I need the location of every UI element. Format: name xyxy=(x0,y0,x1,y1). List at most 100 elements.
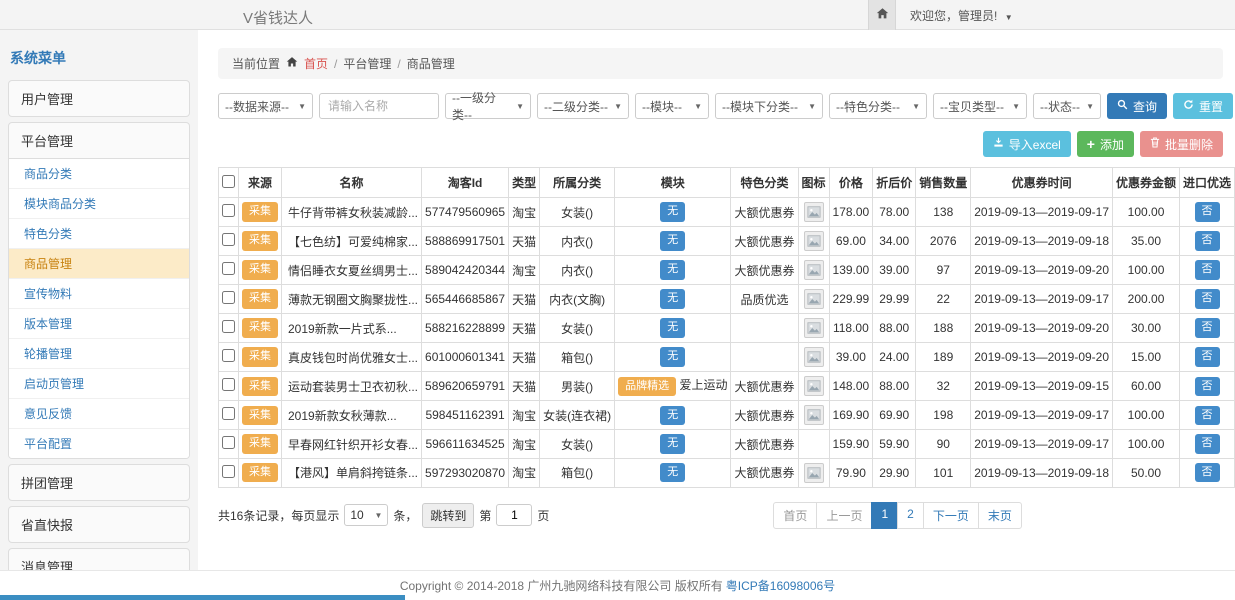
item-type-select[interactable]: --宝贝类型--▼ xyxy=(933,93,1027,119)
row-checkbox[interactable] xyxy=(222,204,235,217)
icp-link[interactable]: 粤ICP备16098006号 xyxy=(726,577,835,594)
select-all-checkbox[interactable] xyxy=(222,175,235,188)
breadcrumb-item-goods[interactable]: 商品管理 xyxy=(407,55,455,72)
col-coupon-time: 优惠券时间 xyxy=(971,168,1113,198)
pager-prev[interactable]: 上一页 xyxy=(816,502,872,529)
icon-cell xyxy=(798,372,829,401)
sidebar-subitem-feedback[interactable]: 意见反馈 xyxy=(9,399,189,429)
sidebar-subitem-goods-category[interactable]: 商品分类 xyxy=(9,159,189,189)
sidebar-subitem-platform-config[interactable]: 平台配置 xyxy=(9,429,189,458)
sidebar-title: 系统菜单 xyxy=(10,48,188,68)
row-select-cell xyxy=(219,458,239,487)
breadcrumb-item-platform[interactable]: 平台管理 xyxy=(343,55,391,72)
row-checkbox[interactable] xyxy=(222,465,235,478)
level1-category-select[interactable]: --一级分类--▼ xyxy=(445,93,531,119)
sidebar-item-express-report[interactable]: 省直快报 xyxy=(9,507,189,542)
batch-delete-button[interactable]: 批量删除 xyxy=(1140,131,1223,157)
product-category: 男装() xyxy=(540,372,615,401)
welcome-menu[interactable]: 欢迎您，管理员! ▼ xyxy=(910,7,1013,24)
unit-text: 条， xyxy=(393,507,417,524)
import-select-toggle[interactable]: 否 xyxy=(1195,289,1220,308)
sidebar-item-groupbuy-management[interactable]: 拼团管理 xyxy=(9,465,189,500)
import-select-toggle[interactable]: 否 xyxy=(1195,260,1220,279)
taoke-id: 589620659791 xyxy=(422,372,509,401)
row-checkbox[interactable] xyxy=(222,291,235,304)
taoke-id: 588869917501 xyxy=(422,227,509,256)
search-button[interactable]: 查询 xyxy=(1107,93,1167,119)
copyright-text: Copyright © 2014-2018 广州九驰网络科技有限公司 版权所有 xyxy=(400,577,723,594)
col-import-select: 进口优选 xyxy=(1180,168,1235,198)
status-select[interactable]: --状态--▼ xyxy=(1033,93,1101,119)
sidebar-subitem-promo-material[interactable]: 宣传物料 xyxy=(9,279,189,309)
sidebar-item-user-management[interactable]: 用户管理 xyxy=(9,81,189,116)
breadcrumb-home-link[interactable]: 首页 xyxy=(304,55,328,72)
level2-category-select[interactable]: --二级分类--▼ xyxy=(537,93,629,119)
source-badge: 采集 xyxy=(242,377,278,396)
row-checkbox[interactable] xyxy=(222,262,235,275)
sidebar-item-platform-management[interactable]: 平台管理 xyxy=(9,123,189,158)
sidebar-subitem-goods-management[interactable]: 商品管理 xyxy=(9,249,189,279)
product-thumbnail xyxy=(804,463,824,483)
sidebar-item-message-management[interactable]: 消息管理 xyxy=(9,549,189,570)
import-select-toggle[interactable]: 否 xyxy=(1195,463,1220,482)
source-cell: 采集 xyxy=(239,285,282,314)
sidebar-subitem-splash-management[interactable]: 启动页管理 xyxy=(9,369,189,399)
import-select-toggle[interactable]: 否 xyxy=(1195,347,1220,366)
col-feature: 特色分类 xyxy=(731,168,798,198)
reset-button[interactable]: 重置 xyxy=(1173,93,1233,119)
discount-price: 34.00 xyxy=(873,227,916,256)
sidebar-subitem-carousel-management[interactable]: 轮播管理 xyxy=(9,339,189,369)
import-excel-button[interactable]: 导入excel xyxy=(983,131,1071,157)
row-checkbox[interactable] xyxy=(222,407,235,420)
row-checkbox[interactable] xyxy=(222,349,235,362)
feature-category: 大额优惠券 xyxy=(731,256,798,285)
row-checkbox[interactable] xyxy=(222,233,235,246)
page-number-input[interactable] xyxy=(496,504,532,526)
sidebar-subitem-feature-category[interactable]: 特色分类 xyxy=(9,219,189,249)
home-icon xyxy=(876,7,889,23)
pager-first[interactable]: 首页 xyxy=(773,502,817,529)
product-name: 2019新款一片式系... xyxy=(282,314,422,343)
horizontal-scrollbar-thumb[interactable] xyxy=(0,595,405,600)
pagination-summary: 共16条记录，每页显示 10 ▼ 条， 跳转到 第 页 xyxy=(218,503,549,528)
pagination-bar: 共16条记录，每页显示 10 ▼ 条， 跳转到 第 页 首页 上一页 1 2 下… xyxy=(218,502,1223,529)
main-content: 当前位置 首页 / 平台管理 / 商品管理 --数据来源--▼ --一级分类--… xyxy=(198,30,1235,570)
product-thumbnail xyxy=(804,318,824,338)
row-checkbox[interactable] xyxy=(222,320,235,333)
name-search-input[interactable] xyxy=(319,93,439,119)
import-select-toggle[interactable]: 否 xyxy=(1195,202,1220,221)
module-select[interactable]: --模块--▼ xyxy=(635,93,709,119)
source-badge: 采集 xyxy=(242,289,278,308)
coupon-time: 2019-09-13—2019-09-17 xyxy=(971,198,1113,227)
import-select-toggle[interactable]: 否 xyxy=(1195,231,1220,250)
home-button[interactable] xyxy=(868,0,896,30)
taoke-id: 577479560965 xyxy=(422,198,509,227)
product-type: 天猫 xyxy=(509,227,540,256)
add-button[interactable]: + 添加 xyxy=(1077,131,1134,157)
coupon-amount: 15.00 xyxy=(1113,343,1180,372)
platform-submenu: 商品分类 模块商品分类 特色分类 商品管理 宣传物料 版本管理 轮播管理 启动页… xyxy=(9,158,189,458)
feature-category-select[interactable]: --特色分类--▼ xyxy=(829,93,927,119)
col-sales: 销售数量 xyxy=(916,168,971,198)
import-select-toggle[interactable]: 否 xyxy=(1195,377,1220,396)
col-category: 所属分类 xyxy=(540,168,615,198)
sidebar-subitem-module-goods-category[interactable]: 模块商品分类 xyxy=(9,189,189,219)
sidebar-subitem-version-management[interactable]: 版本管理 xyxy=(9,309,189,339)
icon-cell xyxy=(798,256,829,285)
import-select-toggle[interactable]: 否 xyxy=(1195,406,1220,425)
import-select-toggle[interactable]: 否 xyxy=(1195,318,1220,337)
pager-next[interactable]: 下一页 xyxy=(923,502,979,529)
page-size-select[interactable]: 10 ▼ xyxy=(344,504,388,526)
pager-page-2[interactable]: 2 xyxy=(897,502,924,529)
module-subcategory-select[interactable]: --模块下分类--▼ xyxy=(715,93,823,119)
data-source-select[interactable]: --数据来源--▼ xyxy=(218,93,313,119)
chevron-down-icon: ▼ xyxy=(1005,13,1013,22)
pager-page-1[interactable]: 1 xyxy=(871,502,898,529)
module-badge: 无 xyxy=(660,318,685,337)
import-select-toggle[interactable]: 否 xyxy=(1195,434,1220,453)
row-checkbox[interactable] xyxy=(222,378,235,391)
jump-button[interactable]: 跳转到 xyxy=(422,503,474,528)
table-row: 采集薄款无钢圈文胸聚拢性...565446685867天猫内衣(文胸)无品质优选… xyxy=(219,285,1235,314)
pager-last[interactable]: 末页 xyxy=(978,502,1022,529)
row-checkbox[interactable] xyxy=(222,436,235,449)
